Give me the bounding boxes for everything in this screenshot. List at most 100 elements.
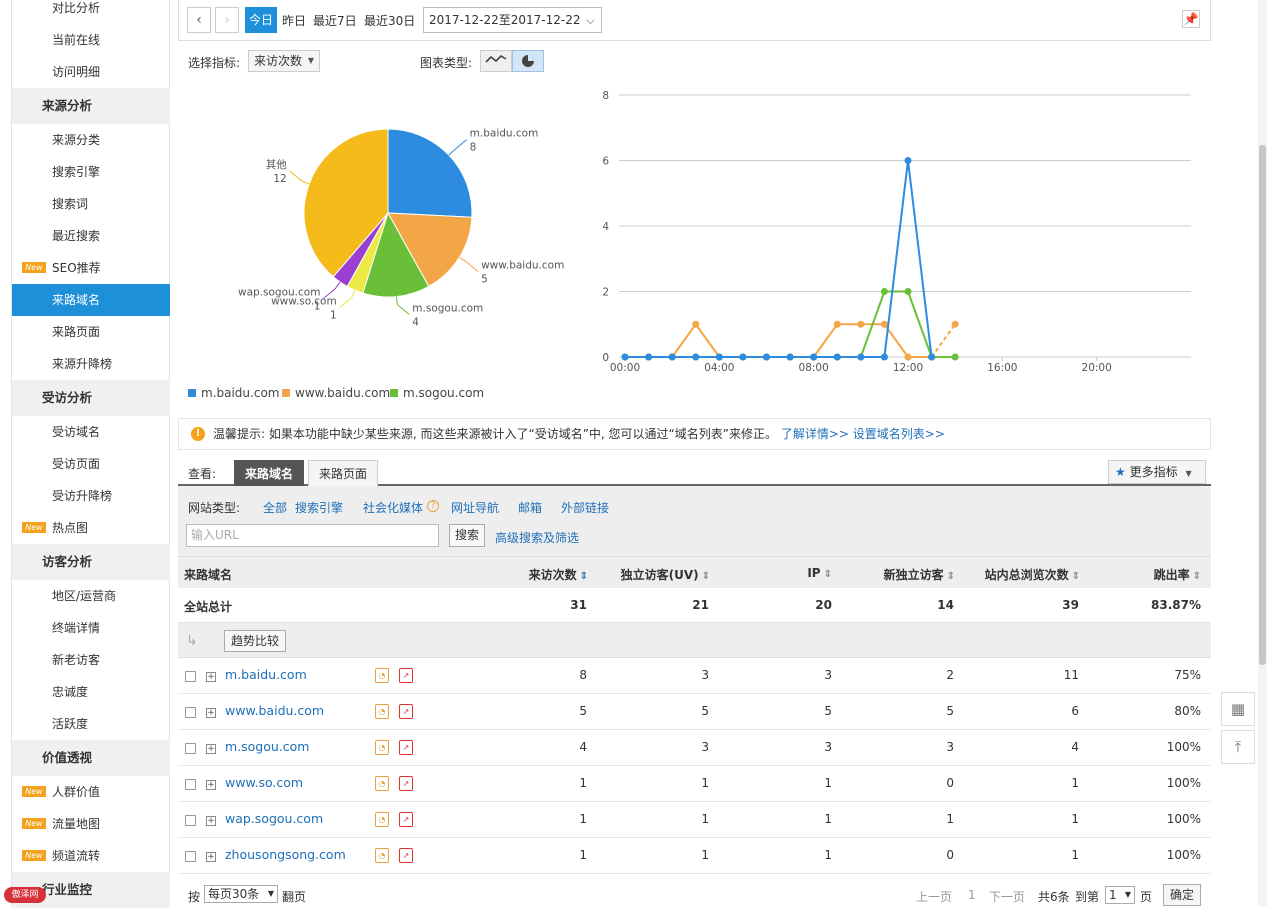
referrer-domain-link[interactable]: zhousongsong.com xyxy=(225,847,346,862)
url-input[interactable]: 输入URL xyxy=(186,524,439,547)
data-point[interactable] xyxy=(857,353,865,361)
row-checkbox[interactable] xyxy=(185,815,196,826)
history-icon[interactable]: ◔ xyxy=(375,704,389,719)
sidebar-section-23[interactable]: 价值透视 xyxy=(12,740,170,776)
data-point[interactable] xyxy=(904,157,912,164)
learn-more-link[interactable]: 了解详情>> xyxy=(781,427,849,441)
sidebar-item-13[interactable]: 受访域名 xyxy=(12,416,170,448)
back-to-top-icon[interactable]: ⤒ xyxy=(1221,730,1255,764)
expand-icon[interactable]: + xyxy=(206,816,216,826)
history-icon[interactable]: ◔ xyxy=(375,776,389,791)
data-point[interactable] xyxy=(645,353,653,361)
qr-code-icon[interactable]: ▦ xyxy=(1221,692,1255,726)
trend-icon[interactable]: ↗ xyxy=(399,668,413,683)
trend-icon[interactable]: ↗ xyxy=(399,740,413,755)
last7-link[interactable]: 最近7日 xyxy=(313,12,357,29)
next-page-link[interactable]: 下一页 xyxy=(989,888,1025,905)
trend-icon[interactable]: ↗ xyxy=(399,704,413,719)
sidebar-item-10[interactable]: 来路页面 xyxy=(12,316,170,348)
data-point[interactable] xyxy=(833,320,841,328)
col-uv[interactable]: 独立访客(UV) ⇕ xyxy=(621,566,710,583)
referrer-domain-link[interactable]: wap.sogou.com xyxy=(225,811,323,826)
today-button[interactable]: 今日 xyxy=(245,7,277,33)
history-icon[interactable]: ◔ xyxy=(375,848,389,863)
advanced-search-link[interactable]: 高级搜索及筛选 xyxy=(495,529,579,546)
row-checkbox[interactable] xyxy=(185,671,196,682)
data-point[interactable] xyxy=(904,353,912,361)
search-button[interactable]: 搜索 xyxy=(449,524,485,547)
sidebar-item-7[interactable]: 最近搜索 xyxy=(12,220,170,252)
data-point[interactable] xyxy=(880,320,888,328)
data-point[interactable] xyxy=(810,353,818,361)
date-range-select[interactable]: 2017-12-22至2017-12-22 ⌵ xyxy=(423,7,602,33)
goto-page-select[interactable]: 1 ▼ xyxy=(1105,886,1135,904)
site-type-filter-3[interactable]: 网址导航 xyxy=(451,499,499,516)
expand-icon[interactable]: + xyxy=(206,708,216,718)
legend-item[interactable]: m.baidu.com xyxy=(188,386,279,400)
data-point[interactable] xyxy=(715,353,723,361)
sidebar-item-2[interactable]: 访问明细 xyxy=(12,56,170,88)
data-point[interactable] xyxy=(880,288,888,295)
history-icon[interactable]: ◔ xyxy=(375,668,389,683)
line-chart-toggle[interactable] xyxy=(480,50,512,72)
next-date-button[interactable]: › xyxy=(215,7,239,33)
tab-referrer-page[interactable]: 来路页面 xyxy=(308,460,379,486)
data-point[interactable] xyxy=(692,353,700,361)
site-type-filter-5[interactable]: 外部链接 xyxy=(561,499,609,516)
sidebar-item-4[interactable]: 来源分类 xyxy=(12,124,170,156)
last30-link[interactable]: 最近30日 xyxy=(364,12,415,29)
history-icon[interactable]: ◔ xyxy=(375,740,389,755)
col-bounce-rate[interactable]: 跳出率 ⇕ xyxy=(1154,566,1201,583)
sidebar-item-19[interactable]: 终端详情 xyxy=(12,612,170,644)
sidebar-item-14[interactable]: 受访页面 xyxy=(12,448,170,480)
scrollbar-thumb[interactable] xyxy=(1259,145,1266,665)
sidebar-section-17[interactable]: 访客分析 xyxy=(12,544,170,580)
trend-icon[interactable]: ↗ xyxy=(399,848,413,863)
referrer-domain-link[interactable]: m.sogou.com xyxy=(225,739,310,754)
sidebar-item-6[interactable]: 搜索词 xyxy=(12,188,170,220)
expand-icon[interactable]: + xyxy=(206,780,216,790)
pie-slice[interactable] xyxy=(387,128,473,218)
expand-icon[interactable]: + xyxy=(206,672,216,682)
page-number[interactable]: 1 xyxy=(968,888,976,902)
sidebar-section-12[interactable]: 受访分析 xyxy=(12,380,170,416)
data-point[interactable] xyxy=(621,353,629,361)
pin-icon[interactable]: 📌 xyxy=(1182,10,1200,28)
confirm-button[interactable]: 确定 xyxy=(1163,884,1201,906)
data-point[interactable] xyxy=(786,353,794,361)
data-point[interactable] xyxy=(951,353,959,361)
help-icon[interactable]: ? xyxy=(427,500,439,512)
sidebar-item-20[interactable]: 新老访客 xyxy=(12,644,170,676)
sidebar-item-18[interactable]: 地区/运营商 xyxy=(12,580,170,612)
legend-item[interactable]: m.sogou.com xyxy=(390,386,484,400)
expand-icon[interactable]: + xyxy=(206,852,216,862)
tab-referrer-domain[interactable]: 来路域名 xyxy=(234,460,305,486)
sidebar-item-26[interactable]: New 频道流转 xyxy=(12,840,170,872)
referrer-domain-link[interactable]: www.so.com xyxy=(225,775,303,790)
col-pageviews[interactable]: 站内总浏览次数 ⇕ xyxy=(985,566,1080,583)
domain-list-link[interactable]: 设置域名列表>> xyxy=(853,427,945,441)
sidebar-item-22[interactable]: 活跃度 xyxy=(12,708,170,740)
row-checkbox[interactable] xyxy=(185,779,196,790)
data-point[interactable] xyxy=(857,320,865,328)
data-point[interactable] xyxy=(668,353,676,361)
data-point[interactable] xyxy=(739,353,747,361)
sidebar-item-11[interactable]: 来源升降榜 xyxy=(12,348,170,380)
sidebar-item-0[interactable]: 对比分析 xyxy=(12,0,170,24)
sidebar-section-3[interactable]: 来源分析 xyxy=(12,88,170,124)
metric-select[interactable]: 来访次数 ▼ xyxy=(248,50,320,72)
sidebar-item-15[interactable]: 受访升降榜 xyxy=(12,480,170,512)
sidebar-item-25[interactable]: New 流量地图 xyxy=(12,808,170,840)
row-checkbox[interactable] xyxy=(185,743,196,754)
col-new-uv[interactable]: 新独立访客 ⇕ xyxy=(884,566,955,583)
data-point[interactable] xyxy=(833,353,841,361)
pie-chart-toggle[interactable] xyxy=(512,50,544,72)
col-ip[interactable]: IP ⇕ xyxy=(807,566,832,580)
data-point[interactable] xyxy=(692,320,700,328)
trend-icon[interactable]: ↗ xyxy=(399,776,413,791)
prev-page-link[interactable]: 上一页 xyxy=(916,888,952,905)
prev-date-button[interactable]: ‹ xyxy=(187,7,211,33)
legend-item[interactable]: www.baidu.com xyxy=(282,386,390,400)
row-checkbox[interactable] xyxy=(185,707,196,718)
sidebar-item-1[interactable]: 当前在线 xyxy=(12,24,170,56)
